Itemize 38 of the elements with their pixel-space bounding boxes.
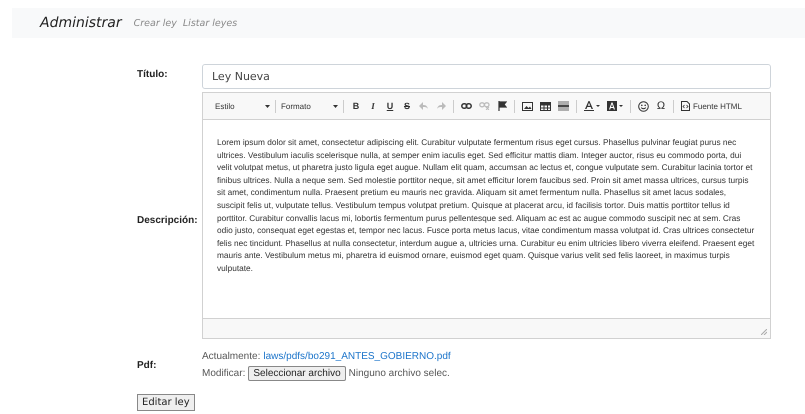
link-icon — [461, 103, 472, 109]
background-color-button[interactable] — [605, 98, 625, 114]
strikethrough-button[interactable]: S — [400, 98, 414, 114]
undo-icon — [419, 102, 429, 110]
redo-icon — [436, 102, 446, 110]
title-field[interactable]: Ley Nueva — [202, 64, 771, 89]
current-file-label: Actualmente: — [202, 351, 260, 362]
choose-file-button[interactable]: Seleccionar archivo — [248, 366, 346, 381]
bold-button[interactable]: B — [349, 98, 363, 114]
smiley-icon — [638, 100, 649, 112]
resize-handle-icon[interactable] — [761, 329, 767, 335]
background-color-icon — [607, 101, 623, 111]
special-character-button[interactable]: Ω — [654, 98, 668, 114]
source-button[interactable]: Fuente HTML — [679, 98, 744, 114]
description-text[interactable]: Lorem ipsum dolor sit amet, consectetur adipiscing elit. Curabitur vulputate fermentum risus eget cursus. Phasellus pulvinar feugiat purus nec ultrices. Vestibulum iaculis scelerisque nulla, at semper enim iaculis eget. Sed efficitur mattis diam. Integer auctor, risus eu commodo porta, dui velit volutpat metus, ut pharetra justo ligula eget augue. Nullam elit quam, accumsan ac lectus et, congue vulputate sem. Curabitur lacinia tortor et finibus ultrices. Nulla a neque sem. Sed molestie porttitor neque, sit amet efficitur lorem faucibus sed. Proin sit amet massa ultrices, cursus turpis sit amet, condimentum nulla. Praesent pretium eu mauris nec gravida. Aliquam sit amet fermentum nulla. Phasellus sit amet lacus sodales, suscipit felis ut, vulputate tellus. Vestibulum tempus volutpat pretium. Quisque at placerat arcu, id facilisis tortor. Duis mattis porttitor tellus id porttitor. Curabitur convallis lacus mi, lobortis fermentum purus pellentesque sed. Aliquam ac est ac augue commodo suscipit nec at sem. Cras odio justo, consequat eget egestas et, tempor nec lacus. Fusce porta metus lacus, vitae condimentum massa volutpat id. Cras ultrices consectetur felis nec tincidunt. Phasellus at nulla consectetur, interdum augue a, ultricies urna. Curabitur eu enim ultricies libero viverra eleifend. Praesent eget mauris ante. Vestibulum metus mi, pharetra id euismod ornare, euismod eget quam. Quisque varius velit sed felis laoreet, in maximus turpis vulputate. — [203, 120, 770, 318]
text-color-button[interactable] — [582, 98, 602, 114]
horizontal-line-icon — [558, 101, 569, 111]
table-icon — [540, 102, 551, 110]
unlink-icon — [479, 102, 490, 110]
file-status-text: Ninguno archivo selec. — [348, 368, 450, 379]
format-dropdown[interactable]: Formato — [281, 102, 338, 110]
image-icon — [522, 102, 533, 110]
source-icon — [681, 101, 690, 111]
submit-button[interactable]: Editar ley — [137, 394, 195, 411]
style-dropdown[interactable]: Estilo — [215, 102, 270, 110]
description-label: Descripción: — [137, 215, 199, 226]
caret-icon — [333, 104, 338, 108]
text-color-icon — [584, 101, 600, 111]
brand-link[interactable]: Administrar — [40, 15, 122, 31]
underline-button[interactable]: U — [383, 98, 397, 114]
pdf-label: Pdf: — [137, 360, 158, 370]
current-file-link[interactable]: laws/pdfs/bo291_ANTES_GOBIERNO.pdf — [263, 351, 451, 362]
italic-button[interactable]: I — [366, 98, 380, 114]
flag-icon — [498, 101, 506, 111]
modify-label: Modificar: — [202, 368, 246, 379]
title-label: Título: — [137, 68, 169, 82]
caret-icon — [265, 104, 270, 108]
emoji-button[interactable] — [636, 98, 651, 114]
